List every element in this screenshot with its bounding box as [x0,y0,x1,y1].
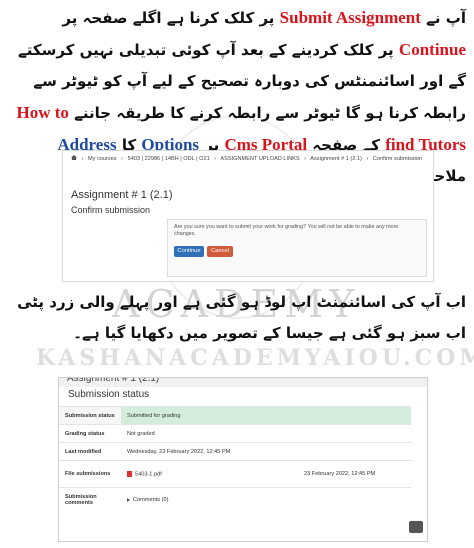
submission-status-value: Submitted for grading [121,406,411,425]
file-submission-cell: 5403-1.pdf 23 February 2022, 12:45 PM [121,460,411,488]
row-label: Grading status [59,424,121,443]
table-row: Submission status Submitted for grading [59,406,411,425]
file-date: 23 February 2022, 12:45 PM [304,470,376,477]
table-row: Grading status Not graded [59,424,411,443]
table-row: File submissions 5403-1.pdf 23 February … [59,460,411,488]
breadcrumb-item[interactable]: My courses [88,156,117,162]
continue-keyword: Continue [398,40,466,59]
confirm-submission-screenshot: › My courses › 5403 | 22986 | 14BH | ODL… [62,150,434,282]
assignment-header: Assignment # 1 (2.1) [59,378,427,387]
confirm-dialog: Are you sure you want to submit your wor… [167,219,427,277]
page-subtitle: Confirm submission [71,205,151,215]
submit-assignment-keyword: Submit Assignment [279,8,421,27]
comments-link[interactable]: Comments (0) [133,497,168,503]
home-icon[interactable] [71,155,77,160]
table-row: Submission comments Comments (0) [59,487,411,512]
confirm-question: Are you sure you want to submit your wor… [174,224,399,237]
comments-cell: Comments (0) [121,487,411,512]
pdf-icon [127,470,132,477]
last-modified-value: Wednesday, 23 February 2022, 12:45 PM [121,442,411,461]
file-link[interactable]: 5403-1.pdf [135,471,162,477]
breadcrumb: › My courses › 5403 | 22986 | 14BH | ODL… [71,155,427,162]
submission-status-table: Submission status Submitted for grading … [59,406,411,512]
row-label: Submission comments [59,487,121,512]
instruction-text: آپ نے [426,9,466,27]
section-title: Submission status [68,389,150,400]
table-row: Last modified Wednesday, 23 February 202… [59,442,411,461]
breadcrumb-item: Confirm submission [372,156,423,162]
scroll-to-top-button[interactable] [409,521,423,533]
instruction-paragraph-2: اب آپ کی اسائنمنٹ اپ لوڈ ہو گئی ہے اور پ… [17,293,466,342]
breadcrumb-item[interactable]: ASSIGNMENT UPLOAD LINKS [220,156,299,162]
row-label: Submission status [59,406,121,425]
instruction-text: پر کلک کرنا ہے اگلے صفحہ پر [62,9,275,27]
expand-comments-icon[interactable] [127,497,130,502]
cancel-button[interactable]: Cancel [207,246,233,257]
page-title: Assignment # 1 (2.1) [71,189,173,201]
row-label: File submissions [59,460,121,488]
breadcrumb-item[interactable]: 5403 | 22986 | 14BH | ODL | O21 [128,156,210,162]
row-label: Last modified [59,442,121,461]
grading-status-value: Not graded [121,424,411,443]
submission-status-screenshot: Assignment # 1 (2.1) Submission status S… [58,377,428,542]
continue-button[interactable]: Continue [174,246,204,257]
breadcrumb-item[interactable]: Assignment # 1 (2.1) [310,156,362,162]
